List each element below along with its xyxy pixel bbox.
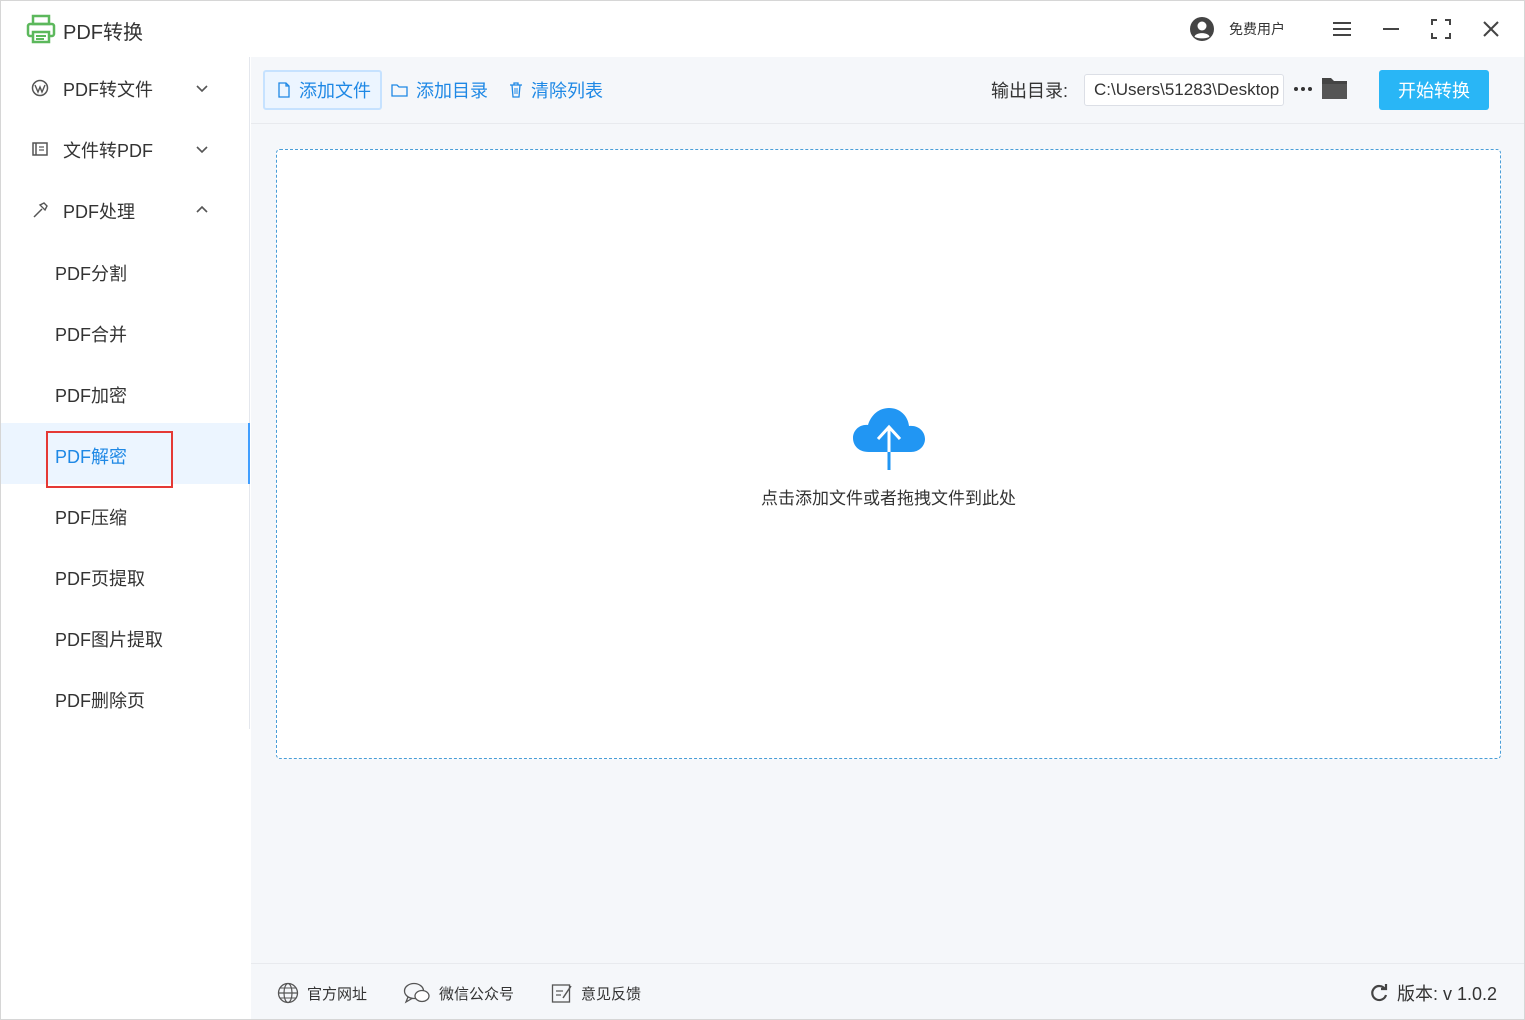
close-button[interactable] xyxy=(1477,15,1505,43)
sidebar: PDF转文件 文件转PDF PDF处理 PDF分割 PDF合并 PDF加密 PD… xyxy=(1,57,250,729)
fullscreen-icon xyxy=(1431,19,1451,39)
sidebar-item-pdf-page-extract[interactable]: PDF页提取 xyxy=(1,545,249,606)
more-options-icon[interactable] xyxy=(1293,79,1313,99)
user-avatar-icon xyxy=(1190,17,1214,41)
wechat-account-link[interactable]: 微信公众号 xyxy=(403,981,514,1005)
title-bar: PDF转换 免费用户 xyxy=(1,1,1524,57)
sidebar-item-pdf-merge[interactable]: PDF合并 xyxy=(1,301,249,362)
minimize-button[interactable] xyxy=(1377,15,1405,43)
feedback-label: 意见反馈 xyxy=(581,985,642,1003)
clear-list-button[interactable]: 清除列表 xyxy=(509,70,603,110)
menu-button[interactable] xyxy=(1328,15,1356,43)
sidebar-item-label: PDF图片提取 xyxy=(55,630,163,650)
maximize-button[interactable] xyxy=(1427,15,1455,43)
add-directory-label: 添加目录 xyxy=(416,81,488,101)
sidebar-group-pdf-to-file[interactable]: PDF转文件 xyxy=(1,57,249,118)
app-title: PDF转换 xyxy=(63,22,143,44)
output-directory-label: 输出目录: xyxy=(991,81,1069,101)
document-icon xyxy=(278,82,290,98)
drop-zone-hint: 点击添加文件或者拖拽文件到此处 xyxy=(761,489,1016,508)
sidebar-group-label: 文件转PDF xyxy=(63,141,153,161)
hammer-icon xyxy=(33,202,48,218)
official-website-link[interactable]: 官方网址 xyxy=(277,981,367,1005)
app-window: PDF转换 免费用户 PDF转文件 文件转PDF PDF处理 PDF分割 PDF… xyxy=(0,0,1525,1020)
sidebar-item-pdf-decrypt[interactable]: PDF解密 xyxy=(1,423,250,488)
book-icon xyxy=(32,142,48,156)
chevron-down-icon xyxy=(196,146,208,154)
wechat-account-label: 微信公众号 xyxy=(439,985,515,1003)
sidebar-item-pdf-delete-page[interactable]: PDF删除页 xyxy=(1,667,249,728)
sidebar-item-label: PDF加密 xyxy=(55,386,127,406)
chevron-up-icon xyxy=(196,205,208,213)
sidebar-group-label: PDF处理 xyxy=(63,202,135,222)
folder-outline-icon xyxy=(391,84,408,97)
sidebar-item-label: PDF删除页 xyxy=(55,691,145,711)
hamburger-icon xyxy=(1333,22,1351,36)
output-directory-field[interactable]: C:\Users\51283\Desktop xyxy=(1084,74,1284,106)
add-file-label: 添加文件 xyxy=(299,81,371,101)
minimize-icon xyxy=(1383,28,1399,30)
close-icon xyxy=(1483,21,1499,37)
user-name: 免费用户 xyxy=(1229,21,1285,37)
sidebar-group-pdf-processing[interactable]: PDF处理 xyxy=(1,179,249,240)
sidebar-item-pdf-split[interactable]: PDF分割 xyxy=(1,240,249,301)
official-website-label: 官方网址 xyxy=(307,985,368,1003)
add-file-button[interactable]: 添加文件 xyxy=(263,70,382,110)
globe-icon xyxy=(277,982,299,1004)
sidebar-group-file-to-pdf[interactable]: 文件转PDF xyxy=(1,118,249,179)
start-convert-button[interactable]: 开始转换 xyxy=(1379,70,1489,110)
wechat-icon xyxy=(403,982,430,1004)
sidebar-item-pdf-compress[interactable]: PDF压缩 xyxy=(1,484,249,545)
user-account[interactable]: 免费用户 xyxy=(1189,15,1285,43)
main-panel: 添加文件 添加目录 清除列表 输出目录: C:\Users\51283\Desk… xyxy=(251,57,1524,1019)
sidebar-item-label: PDF分割 xyxy=(55,264,127,284)
printer-logo-icon xyxy=(26,14,56,44)
feedback-link[interactable]: 意见反馈 xyxy=(551,981,641,1005)
add-directory-button[interactable]: 添加目录 xyxy=(391,70,488,110)
folder-open-icon[interactable] xyxy=(1321,75,1349,101)
sidebar-group-label: PDF转文件 xyxy=(63,80,153,100)
version-info: 版本: v 1.0.2 xyxy=(1369,980,1497,1006)
refresh-icon[interactable] xyxy=(1369,983,1389,1003)
sidebar-item-label: PDF压缩 xyxy=(55,508,127,528)
clear-list-label: 清除列表 xyxy=(531,81,603,101)
highlight-annotation-box xyxy=(46,431,173,488)
sidebar-item-label: PDF合并 xyxy=(55,325,127,345)
sidebar-item-pdf-image-extract[interactable]: PDF图片提取 xyxy=(1,606,249,667)
toolbar: 添加文件 添加目录 清除列表 输出目录: C:\Users\51283\Desk… xyxy=(251,57,1524,124)
sidebar-item-label: PDF页提取 xyxy=(55,569,145,589)
trash-icon xyxy=(510,82,522,98)
chevron-down-icon xyxy=(196,85,208,93)
version-label: 版本: v 1.0.2 xyxy=(1397,984,1498,1004)
wordpress-icon xyxy=(31,79,49,97)
file-drop-zone[interactable]: 点击添加文件或者拖拽文件到此处 xyxy=(276,149,1501,759)
cloud-upload-icon xyxy=(853,408,925,470)
edit-note-icon xyxy=(551,984,572,1003)
footer: 官方网址 微信公众号 意见反馈 版本: v 1.0.2 xyxy=(251,963,1524,1019)
sidebar-item-pdf-encrypt[interactable]: PDF加密 xyxy=(1,362,249,423)
